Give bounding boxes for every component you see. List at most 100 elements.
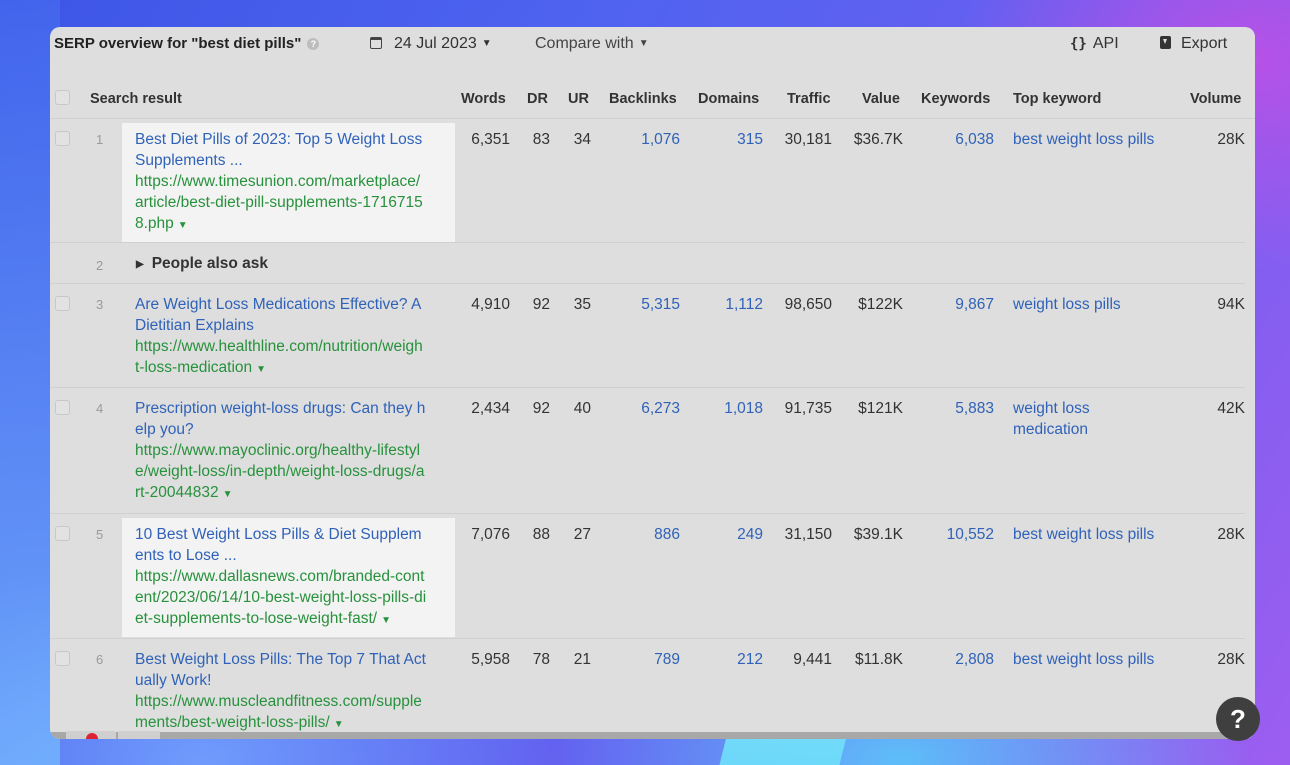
table-row[interactable]: 6 Best Weight Loss Pills: The Top 7 That … — [50, 638, 1245, 739]
result-url[interactable]: rt-20044832 ▼ — [135, 482, 455, 505]
top-keyword-text: best weight loss pills — [1013, 651, 1155, 668]
result-url[interactable]: https://www.dallasnews.com/branded-cont — [135, 566, 455, 587]
chevron-down-icon[interactable]: ▼ — [334, 719, 344, 730]
col-top-keyword[interactable]: Top keyword — [1013, 91, 1101, 107]
select-all-checkbox[interactable] — [55, 90, 70, 105]
col-search-result[interactable]: Search result — [90, 91, 182, 107]
result-title[interactable]: Are Weight Loss Medications Effective? A — [135, 294, 455, 315]
result-url[interactable]: et-supplements-to-lose-weight-fast/▼ — [135, 608, 455, 631]
result-url[interactable]: t-loss-medication ▼ — [135, 357, 455, 380]
result-title[interactable]: Supplements ... — [135, 150, 455, 171]
cell-top-keyword[interactable]: best weight loss pills — [1013, 524, 1178, 545]
page-title-text: SERP overview for "best diet pills" — [54, 35, 302, 52]
export-label: Export — [1181, 35, 1228, 52]
taskbar-tab — [118, 731, 160, 739]
cell-traffic: 98,650 — [784, 296, 832, 313]
result-url[interactable]: https://www.muscleandfitness.com/supple — [135, 691, 455, 712]
table-row[interactable]: 1 Best Diet Pills of 2023: Top 5 Weight L… — [50, 118, 1245, 243]
cell-top-keyword[interactable]: weight loss medication — [1013, 398, 1178, 440]
people-also-ask-toggle[interactable]: ▶ People also ask — [136, 253, 268, 275]
info-icon[interactable]: ? — [307, 38, 320, 50]
table-header: Search result Words DR UR Backlinks Doma… — [50, 78, 1255, 119]
cell-top-keyword[interactable]: best weight loss pills — [1013, 649, 1178, 670]
cell-backlinks[interactable]: 789 — [610, 649, 680, 670]
cell-ur: 35 — [573, 296, 591, 313]
people-also-ask-label: People also ask — [151, 255, 269, 272]
row-checkbox[interactable] — [55, 400, 70, 415]
date-picker[interactable]: 24 Jul 2023 ▼ — [370, 35, 492, 53]
col-words[interactable]: Words — [461, 91, 506, 107]
col-ur[interactable]: UR — [568, 91, 589, 107]
chevron-down-icon[interactable]: ▼ — [381, 615, 391, 626]
top-keyword-text: best weight loss pills — [1013, 131, 1155, 148]
col-domains[interactable]: Domains — [698, 91, 759, 107]
export-button[interactable]: Export — [1160, 35, 1227, 53]
result-url[interactable]: https://www.healthline.com/nutrition/wei… — [135, 336, 455, 357]
result-title[interactable]: 10 Best Weight Loss Pills & Diet Supplem — [135, 524, 455, 545]
people-also-ask-row[interactable]: 2 ▶ People also ask — [50, 242, 1245, 284]
col-backlinks[interactable]: Backlinks — [609, 91, 677, 107]
result-url[interactable]: 8.php ▼ — [135, 213, 455, 236]
cell-domains[interactable]: 212 — [700, 649, 763, 670]
cell-top-keyword[interactable]: best weight loss pills — [1013, 129, 1178, 150]
table-row[interactable]: 3 Are Weight Loss Medications Effective? … — [50, 283, 1245, 388]
col-traffic[interactable]: Traffic — [787, 91, 831, 107]
cell-top-keyword[interactable]: weight loss pills — [1013, 294, 1178, 315]
cell-backlinks[interactable]: 886 — [610, 524, 680, 545]
table-row[interactable]: 4 Prescription weight-loss drugs: Can the… — [50, 387, 1245, 514]
cell-keywords[interactable]: 9,867 — [925, 294, 994, 315]
cell-domains[interactable]: 249 — [700, 524, 763, 545]
table-row[interactable]: 5 10 Best Weight Loss Pills & Diet Supple… — [50, 513, 1245, 639]
cell-dr: 88 — [532, 526, 550, 543]
result-url[interactable]: ent/2023/06/14/10-best-weight-loss-pills… — [135, 587, 455, 608]
result-title[interactable]: ents to Lose ... — [135, 545, 455, 566]
cell-domains[interactable]: 1,018 — [700, 398, 763, 419]
cell-ur: 21 — [573, 651, 591, 668]
cell-keywords[interactable]: 5,883 — [925, 398, 994, 419]
col-volume[interactable]: Volume — [1190, 91, 1241, 107]
row-checkbox[interactable] — [55, 651, 70, 666]
cell-ur: 27 — [573, 526, 591, 543]
cell-volume: 94K — [1217, 296, 1245, 313]
cell-backlinks[interactable]: 6,273 — [610, 398, 680, 419]
chevron-down-icon[interactable]: ▼ — [256, 364, 266, 375]
result-url[interactable]: https://www.mayoclinic.org/healthy-lifes… — [135, 440, 455, 461]
cell-words: 5,958 — [471, 651, 510, 668]
result-title[interactable]: ually Work! — [135, 670, 455, 691]
result-url[interactable]: e/weight-loss/in-depth/weight-loss-drugs… — [135, 461, 455, 482]
cell-dr: 92 — [532, 296, 550, 313]
horizontal-scrollbar[interactable] — [50, 732, 1245, 739]
cell-domains[interactable]: 1,112 — [700, 294, 763, 315]
chevron-down-icon[interactable]: ▼ — [223, 489, 233, 500]
cell-keywords[interactable]: 2,808 — [925, 649, 994, 670]
result-title[interactable]: Dietitian Explains — [135, 315, 455, 336]
result-url[interactable]: https://www.timesunion.com/marketplace/ — [135, 171, 455, 192]
col-value[interactable]: Value — [862, 91, 900, 107]
result-title[interactable]: Prescription weight-loss drugs: Can they… — [135, 398, 455, 419]
compare-dropdown[interactable]: Compare with ▼ — [535, 35, 649, 53]
cell-domains[interactable]: 315 — [700, 129, 763, 150]
braces-icon: {} — [1070, 36, 1087, 52]
result-title[interactable]: Best Weight Loss Pills: The Top 7 That A… — [135, 649, 455, 670]
cell-keywords[interactable]: 10,552 — [925, 524, 994, 545]
col-keywords[interactable]: Keywords — [921, 91, 990, 107]
top-keyword-text: weight loss pills — [1013, 296, 1121, 313]
row-checkbox[interactable] — [55, 296, 70, 311]
result-title[interactable]: elp you? — [135, 419, 455, 440]
cell-volume: 28K — [1217, 526, 1245, 543]
help-button[interactable]: ? — [1216, 697, 1260, 741]
api-button[interactable]: {} API — [1070, 35, 1119, 53]
result-title[interactable]: Best Diet Pills of 2023: Top 5 Weight Lo… — [135, 129, 455, 150]
cell-backlinks[interactable]: 5,315 — [610, 294, 680, 315]
cell-traffic: 91,735 — [784, 400, 832, 417]
chevron-down-icon[interactable]: ▼ — [178, 220, 188, 231]
cell-dr: 78 — [532, 651, 550, 668]
cell-backlinks[interactable]: 1,076 — [610, 129, 680, 150]
date-label: 24 Jul 2023 — [394, 35, 477, 52]
result-url[interactable]: article/best-diet-pill-supplements-17167… — [135, 192, 455, 213]
col-dr[interactable]: DR — [527, 91, 548, 107]
taskbar-icon — [86, 733, 98, 739]
row-checkbox[interactable] — [55, 131, 70, 146]
cell-keywords[interactable]: 6,038 — [925, 129, 994, 150]
row-checkbox[interactable] — [55, 526, 70, 541]
